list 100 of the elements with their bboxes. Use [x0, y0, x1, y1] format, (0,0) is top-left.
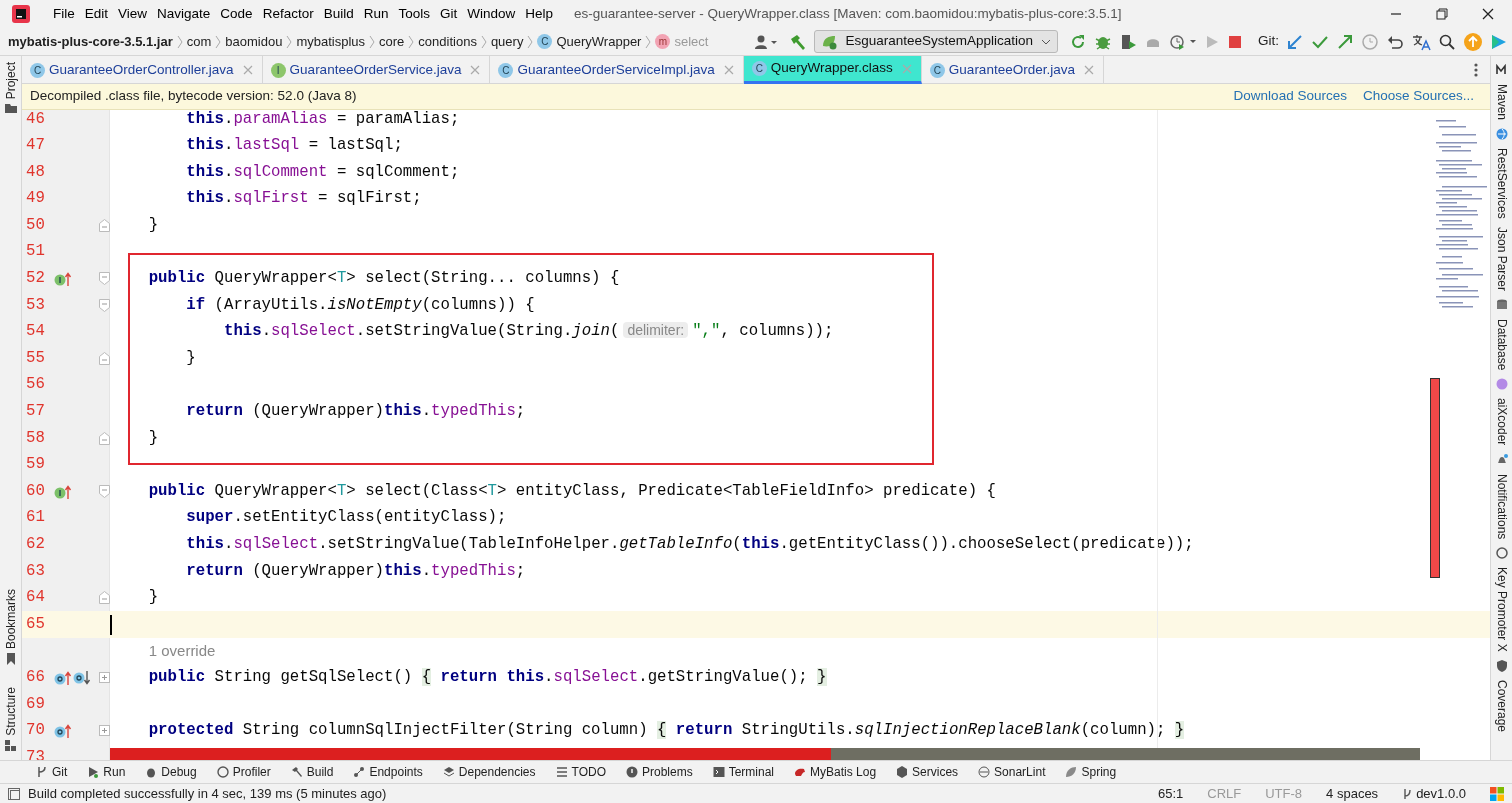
tool-window-button[interactable]: Endpoints — [347, 763, 429, 781]
tool-window-button[interactable]: SonarLint — [972, 763, 1052, 781]
tool-window-icon — [794, 766, 807, 778]
tool-window-tab[interactable]: Notifications — [1492, 473, 1511, 539]
implements-marker-icon[interactable] — [54, 270, 72, 287]
tool-window-icon — [712, 766, 725, 778]
scrollbar-thumb[interactable] — [110, 748, 831, 760]
fold-marker-icon[interactable] — [98, 352, 110, 366]
tool-window-tab[interactable]: Coverage — [1492, 679, 1511, 732]
tool-window-tab[interactable]: Key Promoter X — [1492, 566, 1511, 652]
search-icon[interactable] — [1438, 32, 1456, 51]
fold-marker-icon[interactable] — [98, 591, 110, 605]
menu-item[interactable]: Build — [318, 3, 359, 25]
fold-marker-icon[interactable] — [98, 672, 110, 684]
push-arrow-icon[interactable] — [1336, 32, 1354, 51]
cursor-position[interactable]: 65:1 — [1157, 783, 1184, 803]
run-configuration-dropdown[interactable]: EsguaranteeSystemApplication — [814, 30, 1058, 53]
breadcrumb-item[interactable]: conditions — [418, 31, 477, 52]
fold-marker-icon[interactable] — [98, 219, 110, 233]
menu-item[interactable]: Git — [435, 3, 463, 25]
fold-marker-icon[interactable] — [98, 725, 110, 737]
tool-window-button[interactable]: Problems — [620, 763, 699, 781]
coverage-icon[interactable] — [1119, 32, 1137, 51]
close-icon[interactable] — [1482, 8, 1494, 20]
tool-window-icon — [353, 766, 366, 778]
tool-window-button[interactable]: Services — [890, 763, 965, 781]
breadcrumb-item[interactable]: core — [379, 31, 405, 52]
restore-icon[interactable] — [1436, 8, 1448, 20]
profiler-icon[interactable] — [1169, 32, 1197, 51]
breadcrumb-item[interactable]: baomidou — [225, 31, 283, 52]
breadcrumb-item[interactable]: C QueryWrapper — [537, 31, 642, 52]
menu-item[interactable]: File — [48, 3, 80, 25]
update-circle-icon[interactable] — [1463, 31, 1483, 52]
hammer-icon[interactable] — [789, 32, 808, 51]
tool-window-icon — [1495, 659, 1508, 672]
tool-window-button[interactable]: Spring — [1059, 763, 1123, 781]
tool-window-button[interactable]: Build — [284, 763, 340, 781]
plugin-logo-icon[interactable] — [1490, 32, 1508, 51]
windows-logo-icon — [1490, 786, 1504, 801]
menu-item[interactable]: Run — [358, 3, 394, 25]
breadcrumb-item[interactable]: mybatis-plus-core-3.5.1.jar — [8, 31, 173, 52]
line-number: 51 — [26, 241, 46, 263]
user-icon[interactable] — [754, 33, 779, 50]
tool-window-button[interactable]: Run — [81, 763, 132, 781]
tool-window-icon — [36, 766, 48, 778]
update-arrow-icon[interactable] — [1286, 32, 1304, 51]
stop-icon[interactable] — [1227, 33, 1243, 50]
breadcrumb-item[interactable]: mybatisplus — [296, 31, 366, 52]
play-icon[interactable] — [1204, 33, 1220, 50]
tool-window-button[interactable]: Dependencies — [436, 763, 542, 781]
breadcrumb-item[interactable]: com — [186, 31, 212, 52]
fold-marker-icon[interactable] — [98, 298, 110, 312]
fold-marker-icon[interactable] — [98, 431, 110, 445]
tool-window-tab[interactable]: Json Parser — [1492, 226, 1511, 291]
menu-item[interactable]: Tools — [393, 3, 435, 25]
tool-window-button[interactable]: TODO — [549, 763, 612, 781]
tool-window-icon — [290, 766, 303, 778]
tool-window-tab[interactable]: Bookmarks — [1, 589, 20, 650]
banner-link[interactable]: Choose Sources... — [1362, 86, 1474, 107]
tool-window-button[interactable]: Profiler — [210, 763, 277, 781]
tool-window-tab[interactable]: Maven — [1492, 84, 1511, 121]
tool-window-tab[interactable]: Database — [1492, 318, 1511, 371]
overridden-marker-icon[interactable] — [73, 669, 91, 686]
editor-tab[interactable]: C QueryWrapper.class — [743, 56, 922, 84]
rerun-icon[interactable] — [1069, 32, 1087, 51]
indent-setting[interactable]: 4 spaces — [1326, 783, 1379, 803]
tool-window-button[interactable]: Git — [30, 763, 74, 781]
history-icon[interactable] — [1361, 32, 1379, 51]
fold-marker-icon[interactable] — [98, 485, 110, 499]
tool-window-icon — [978, 766, 991, 778]
menu-item[interactable]: Navigate — [152, 3, 216, 25]
tool-window-tab[interactable]: Project — [1, 62, 20, 100]
tool-window-icon — [442, 766, 455, 778]
tool-window-button[interactable]: Debug — [139, 763, 203, 781]
fold-marker-icon[interactable] — [98, 272, 110, 286]
menu-item[interactable]: Window — [462, 3, 521, 25]
menu-item[interactable]: Code — [215, 3, 258, 25]
menu-item[interactable]: Help — [520, 3, 559, 25]
banner-link[interactable]: Download Sources — [1233, 86, 1347, 107]
more-icon[interactable] — [1474, 62, 1478, 78]
overrides-marker-icon[interactable] — [54, 669, 72, 686]
tool-window-tab[interactable]: aiXcoder — [1492, 398, 1511, 446]
menu-item[interactable]: Refactor — [257, 3, 319, 25]
tool-window-tab[interactable]: RestServices — [1492, 148, 1511, 219]
code-line: public QueryWrapper<T> select(Class<T> entityClass, Predicate<TableFieldInfo> predicate) { — [147, 480, 996, 502]
overrides-marker-icon[interactable] — [54, 722, 72, 739]
tool-window-button[interactable]: MyBatis Log — [788, 763, 883, 781]
line-number: 52 — [26, 268, 46, 290]
breadcrumb-item[interactable]: query — [490, 31, 524, 52]
menu-item[interactable]: Edit — [79, 3, 114, 25]
menu-item[interactable]: View — [113, 3, 153, 25]
translate-icon[interactable] — [1411, 32, 1431, 51]
git-branch[interactable]: dev1.0.0 — [1402, 783, 1466, 803]
implements-marker-icon[interactable] — [54, 483, 72, 500]
tool-window-button[interactable]: Terminal — [706, 763, 781, 781]
tool-window-tab[interactable]: Structure — [1, 687, 20, 736]
tool-window-icon — [626, 766, 638, 778]
panel-toggle-icon[interactable] — [8, 787, 20, 800]
breadcrumb-item[interactable]: m select — [655, 31, 709, 52]
code-line: } — [147, 427, 159, 449]
